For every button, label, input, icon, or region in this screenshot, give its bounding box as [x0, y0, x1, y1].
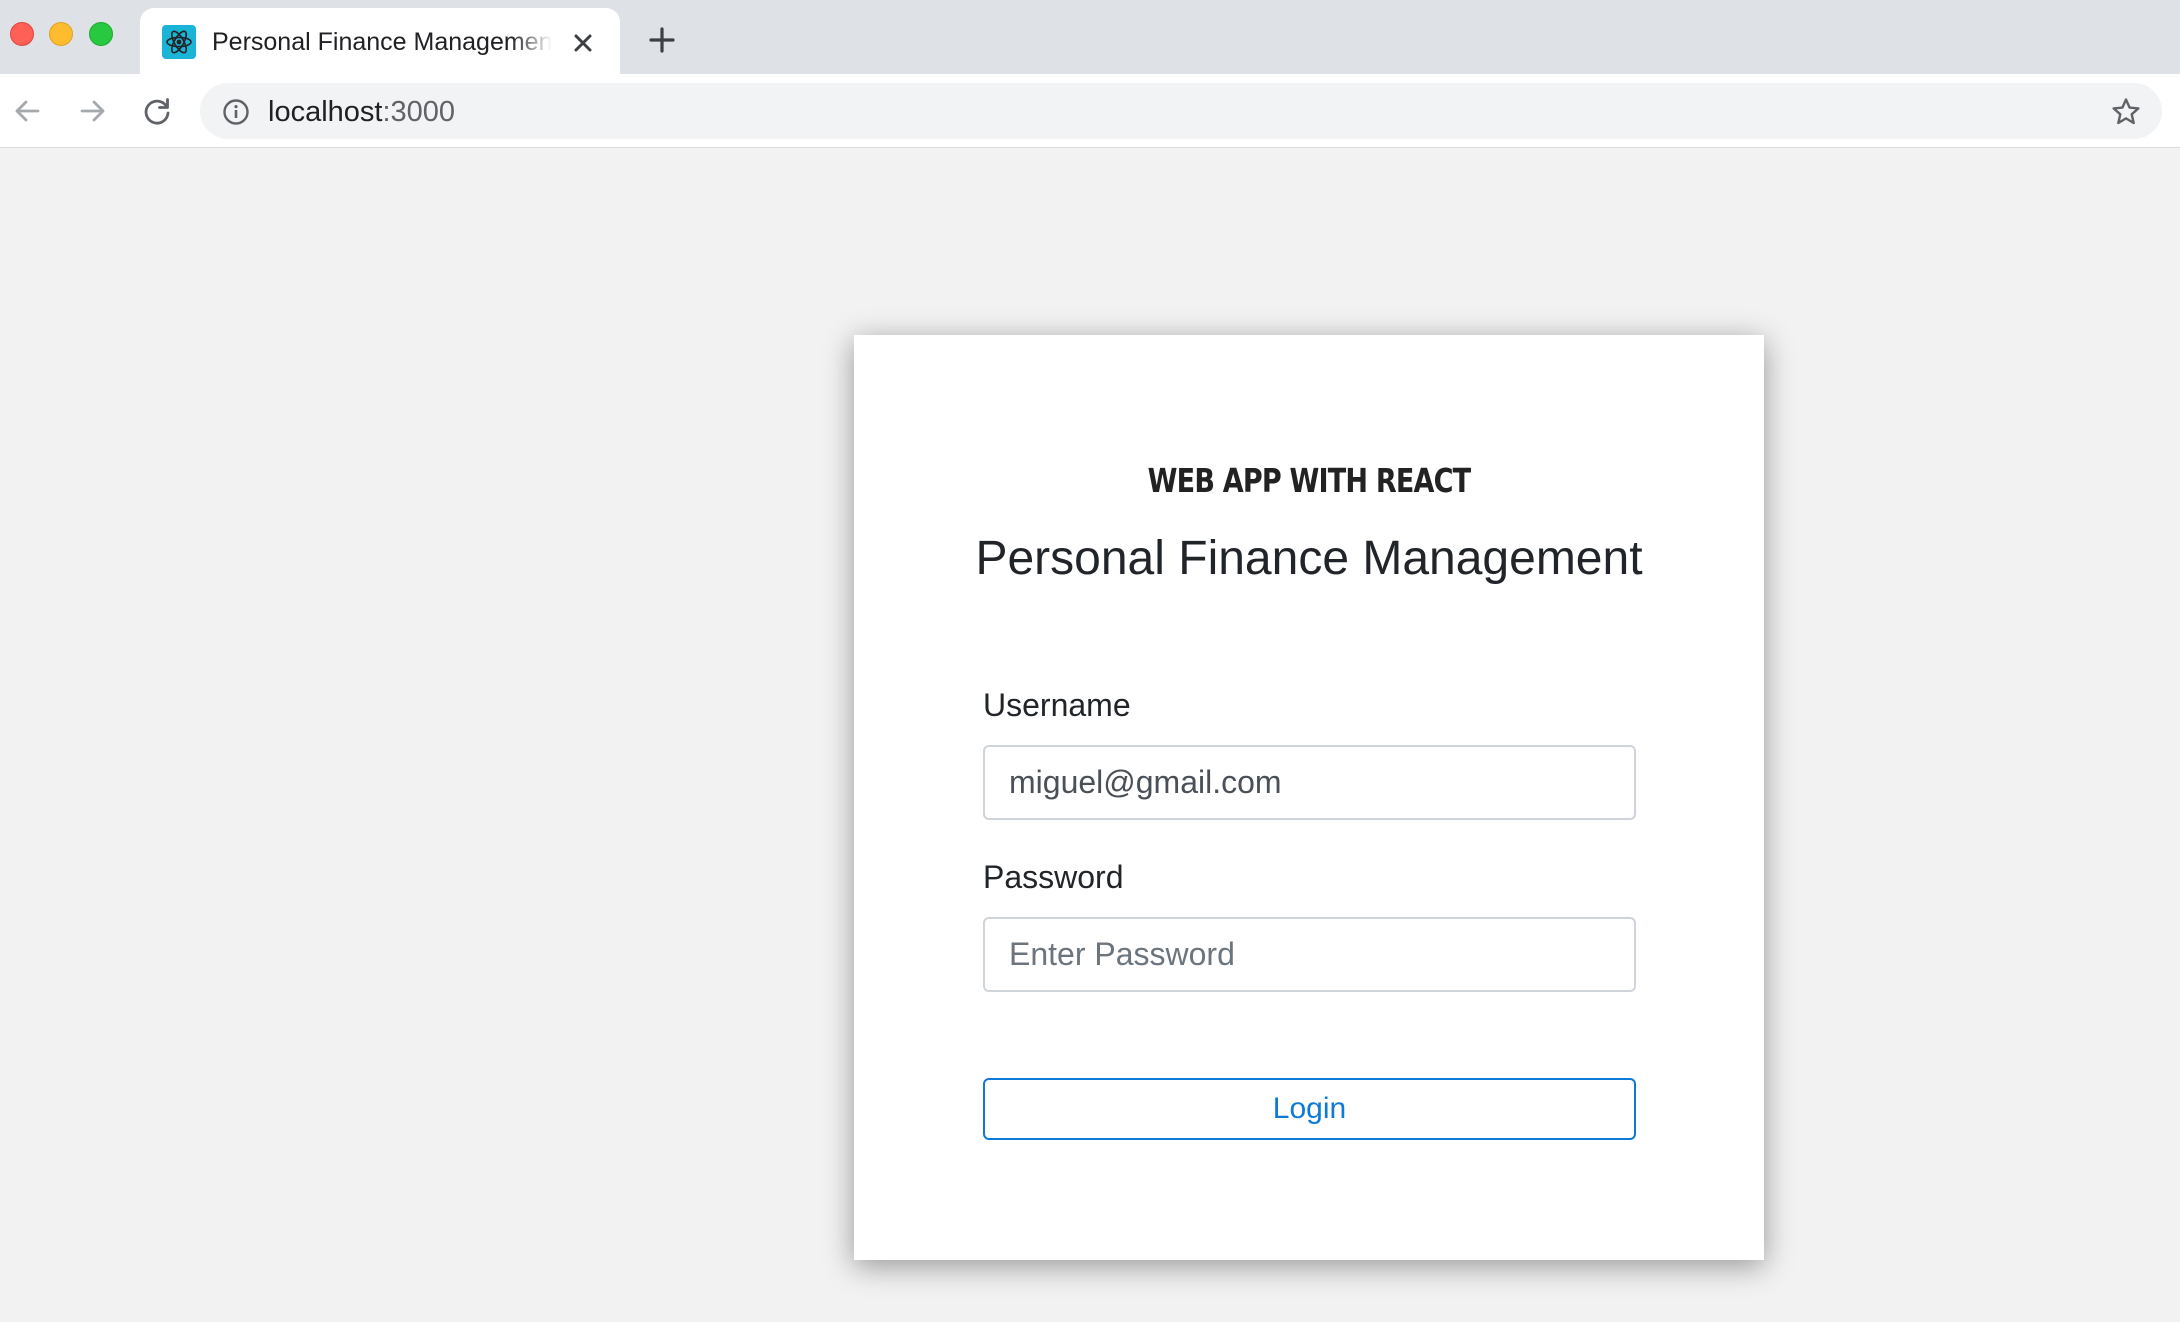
browser-tab-strip: Personal Finance Management: [0, 0, 2180, 74]
browser-tab[interactable]: Personal Finance Management: [140, 8, 620, 74]
page-content: WEB APP WITH REACT Personal Finance Mana…: [0, 149, 2180, 1322]
url-host: localhost: [268, 96, 383, 128]
url-port: :3000: [382, 96, 456, 128]
page-title: Personal Finance Management: [975, 532, 1643, 585]
plus-icon[interactable]: [648, 26, 676, 54]
address-bar[interactable]: localhost:3000: [200, 83, 2162, 139]
window-zoom-button[interactable]: [89, 22, 113, 46]
close-icon[interactable]: [570, 30, 596, 56]
star-icon[interactable]: [2110, 96, 2142, 128]
password-label: Password: [983, 859, 1124, 895]
arrow-right-icon[interactable]: [78, 96, 108, 126]
window-close-button[interactable]: [10, 22, 34, 46]
url-text: localhost:3000: [268, 96, 455, 129]
browser-toolbar: localhost:3000: [0, 74, 2180, 148]
username-label: Username: [983, 687, 1131, 723]
reload-icon[interactable]: [142, 96, 172, 126]
info-icon[interactable]: [222, 98, 250, 126]
login-button[interactable]: Login: [983, 1078, 1636, 1140]
app-eyebrow: WEB APP WITH REACT: [1147, 461, 1472, 500]
window-minimize-button[interactable]: [49, 22, 73, 46]
react-logo-icon: [162, 25, 196, 59]
tab-title: Personal Finance Management: [212, 28, 552, 56]
password-input[interactable]: [983, 917, 1636, 992]
arrow-left-icon[interactable]: [12, 96, 42, 126]
username-input[interactable]: [983, 745, 1636, 820]
login-card: WEB APP WITH REACT Personal Finance Mana…: [854, 335, 1764, 1260]
